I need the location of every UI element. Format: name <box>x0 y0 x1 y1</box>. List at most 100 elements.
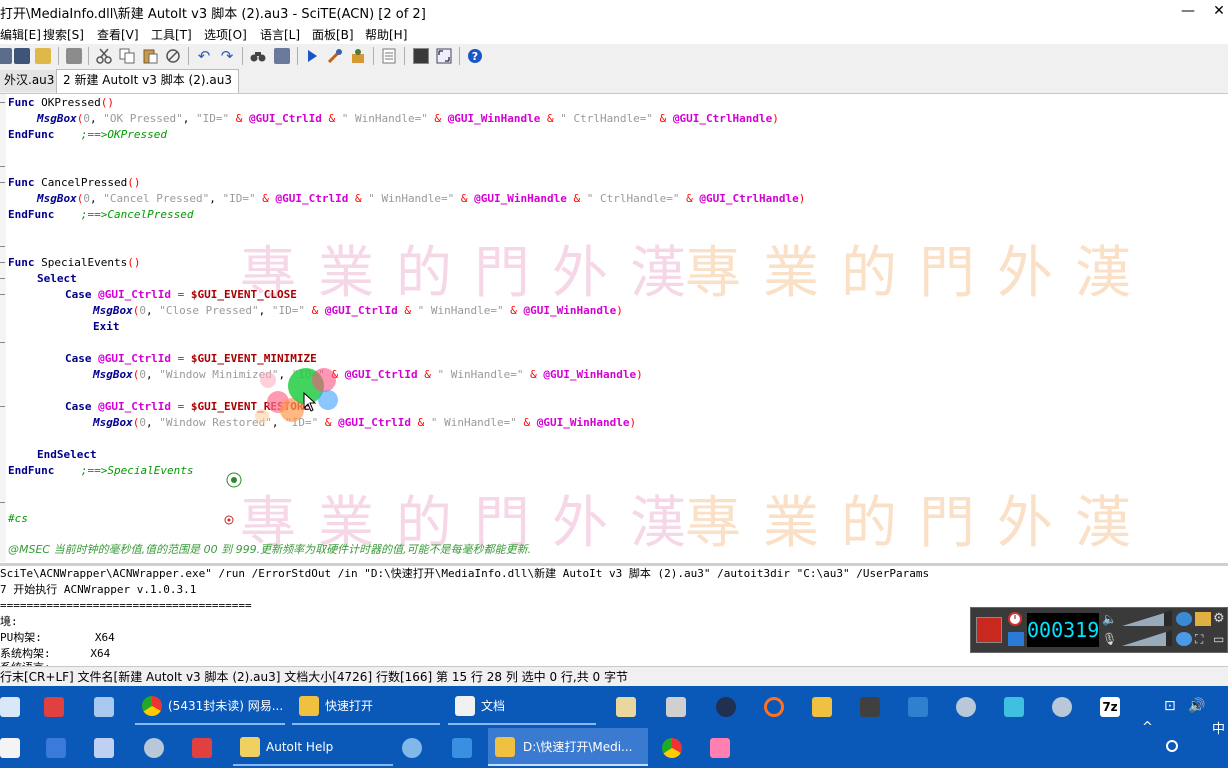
fold-marker[interactable] <box>0 246 5 247</box>
app-icon[interactable] <box>0 697 20 717</box>
run-icon[interactable] <box>304 48 320 64</box>
fold-marker[interactable] <box>0 102 5 103</box>
save-all-icon[interactable] <box>14 48 30 64</box>
compile-icon[interactable] <box>327 48 343 64</box>
menu-edit[interactable]: 编辑[E] <box>0 26 41 43</box>
fullscreen-capture-icon[interactable]: ⛶ <box>1195 632 1209 646</box>
tray-icon[interactable] <box>1166 740 1178 752</box>
document-icon <box>455 696 475 716</box>
chrome-icon <box>142 696 162 716</box>
copy-icon[interactable] <box>119 48 135 64</box>
app-icon[interactable] <box>402 738 422 758</box>
app-icon[interactable] <box>1004 697 1024 717</box>
fold-marker[interactable] <box>0 262 5 263</box>
code-line: MsgBox(0, "Window Restored", "ID=" & @GU… <box>93 416 637 429</box>
tab-file-1[interactable]: 外汉.au3 <box>0 70 60 92</box>
open-folder-icon[interactable] <box>35 48 51 64</box>
app-icon[interactable] <box>0 738 20 758</box>
output-pane-icon[interactable] <box>413 48 429 64</box>
app-icon[interactable] <box>908 697 928 717</box>
replace-icon[interactable] <box>274 48 290 64</box>
webcam-icon[interactable] <box>1176 612 1192 626</box>
menu-tools[interactable]: 工具[T] <box>151 26 192 43</box>
taskbar-item-folder[interactable]: 快速打开 <box>292 687 440 725</box>
help-icon[interactable]: ? <box>467 48 483 64</box>
input-language-indicator[interactable]: 中 <box>1212 718 1225 737</box>
folder-icon[interactable] <box>812 697 832 717</box>
chrome-icon[interactable] <box>662 738 682 758</box>
find-icon[interactable] <box>250 48 266 64</box>
fold-marker[interactable] <box>0 182 5 183</box>
fold-marker[interactable] <box>0 406 5 407</box>
taskbar-item-autoit-help[interactable]: AutoIt Help <box>233 728 393 766</box>
record-stop-button[interactable] <box>976 617 1002 643</box>
app-icon[interactable] <box>452 738 472 758</box>
region-capture-icon[interactable]: ▭ <box>1213 632 1227 646</box>
taskbar-item-browser[interactable]: (5431封未读) 网易... <box>135 687 285 725</box>
build-icon[interactable] <box>350 48 366 64</box>
folder-icon <box>495 737 515 757</box>
soccer-ball-icon <box>224 510 234 525</box>
menu-panel[interactable]: 面板[B] <box>312 26 354 43</box>
app-icon[interactable] <box>716 697 736 717</box>
network-icon[interactable]: ⊡ <box>1164 698 1176 714</box>
app-icon[interactable] <box>94 738 114 758</box>
fold-marker[interactable] <box>0 342 5 343</box>
close-button[interactable]: ✕ <box>1210 0 1228 24</box>
toolbar <box>0 44 1228 70</box>
code-line: EndFunc ;==>CancelPressed <box>8 208 194 221</box>
code-line: @MSEC 当前时钟的毫秒值,值的范围是 00 到 999.更新频率为取硬件计时… <box>8 543 532 556</box>
cut-icon[interactable] <box>96 48 112 64</box>
fold-marker[interactable] <box>0 502 5 503</box>
tab-file-2-active[interactable]: 2 新建 AutoIt v3 脚本 (2).au3 <box>56 69 239 93</box>
minimize-button[interactable]: — <box>1166 0 1210 24</box>
menu-options[interactable]: 选项[O] <box>204 26 247 43</box>
mic-volume-meter[interactable] <box>1122 630 1172 646</box>
app-icon[interactable] <box>144 738 164 758</box>
app-icon[interactable] <box>710 738 730 758</box>
app-icon[interactable] <box>44 697 64 717</box>
fullscreen-icon[interactable] <box>436 48 452 64</box>
menu-language[interactable]: 语言[L] <box>260 26 300 43</box>
print-icon[interactable] <box>66 48 82 64</box>
delete-icon[interactable] <box>165 48 181 64</box>
code-line: EndFunc ;==>OKPressed <box>8 128 167 141</box>
menu-help[interactable]: 帮助[H] <box>365 26 407 43</box>
calendar-icon[interactable] <box>192 738 212 758</box>
app-icon[interactable] <box>1052 697 1072 717</box>
toolbar-separator <box>373 47 374 65</box>
new-file-icon[interactable] <box>0 48 12 64</box>
fold-marker[interactable] <box>0 166 5 167</box>
taskbar-item-explorer-active[interactable]: D:\快速打开\Medi... <box>488 728 648 766</box>
redo-icon[interactable]: ↷ <box>219 48 235 64</box>
app-icon[interactable] <box>46 738 66 758</box>
app-icon[interactable] <box>666 697 686 717</box>
search-icon[interactable] <box>764 697 784 717</box>
click-effect-overlay <box>254 358 346 430</box>
volume-icon[interactable]: 🔊 <box>1188 698 1205 714</box>
taskbar-item-docs[interactable]: 文档 <box>448 687 596 725</box>
app-icon[interactable] <box>616 697 636 717</box>
microphone-icon[interactable]: 🎙 <box>1102 632 1118 646</box>
fold-marker[interactable] <box>0 294 5 295</box>
taskbar-item-label: AutoIt Help <box>266 740 334 754</box>
speaker-icon[interactable]: 🔈 <box>1102 612 1118 626</box>
folder-icon[interactable] <box>1195 612 1211 626</box>
settings-gear-icon[interactable]: ⚙ <box>1213 612 1227 626</box>
paste-icon[interactable] <box>142 48 158 64</box>
app-icon[interactable] <box>94 697 114 717</box>
fold-marker[interactable] <box>0 278 5 279</box>
app-icon[interactable] <box>860 697 880 717</box>
speaker-volume-meter[interactable] <box>1122 610 1172 626</box>
alarm-clock-icon[interactable] <box>1006 610 1024 626</box>
7zip-icon[interactable]: 7z <box>1100 697 1120 717</box>
show-hidden-icons-icon[interactable]: ^ <box>1142 720 1153 735</box>
cursor-effect-icon[interactable] <box>1176 632 1192 646</box>
pause-button[interactable] <box>1008 632 1024 646</box>
app-icon[interactable] <box>956 697 976 717</box>
undo-icon[interactable]: ↶ <box>196 48 212 64</box>
menu-search[interactable]: 搜索[S] <box>43 26 84 43</box>
fold-margin[interactable] <box>0 94 6 562</box>
properties-icon[interactable] <box>381 48 397 64</box>
menu-view[interactable]: 查看[V] <box>97 26 139 43</box>
